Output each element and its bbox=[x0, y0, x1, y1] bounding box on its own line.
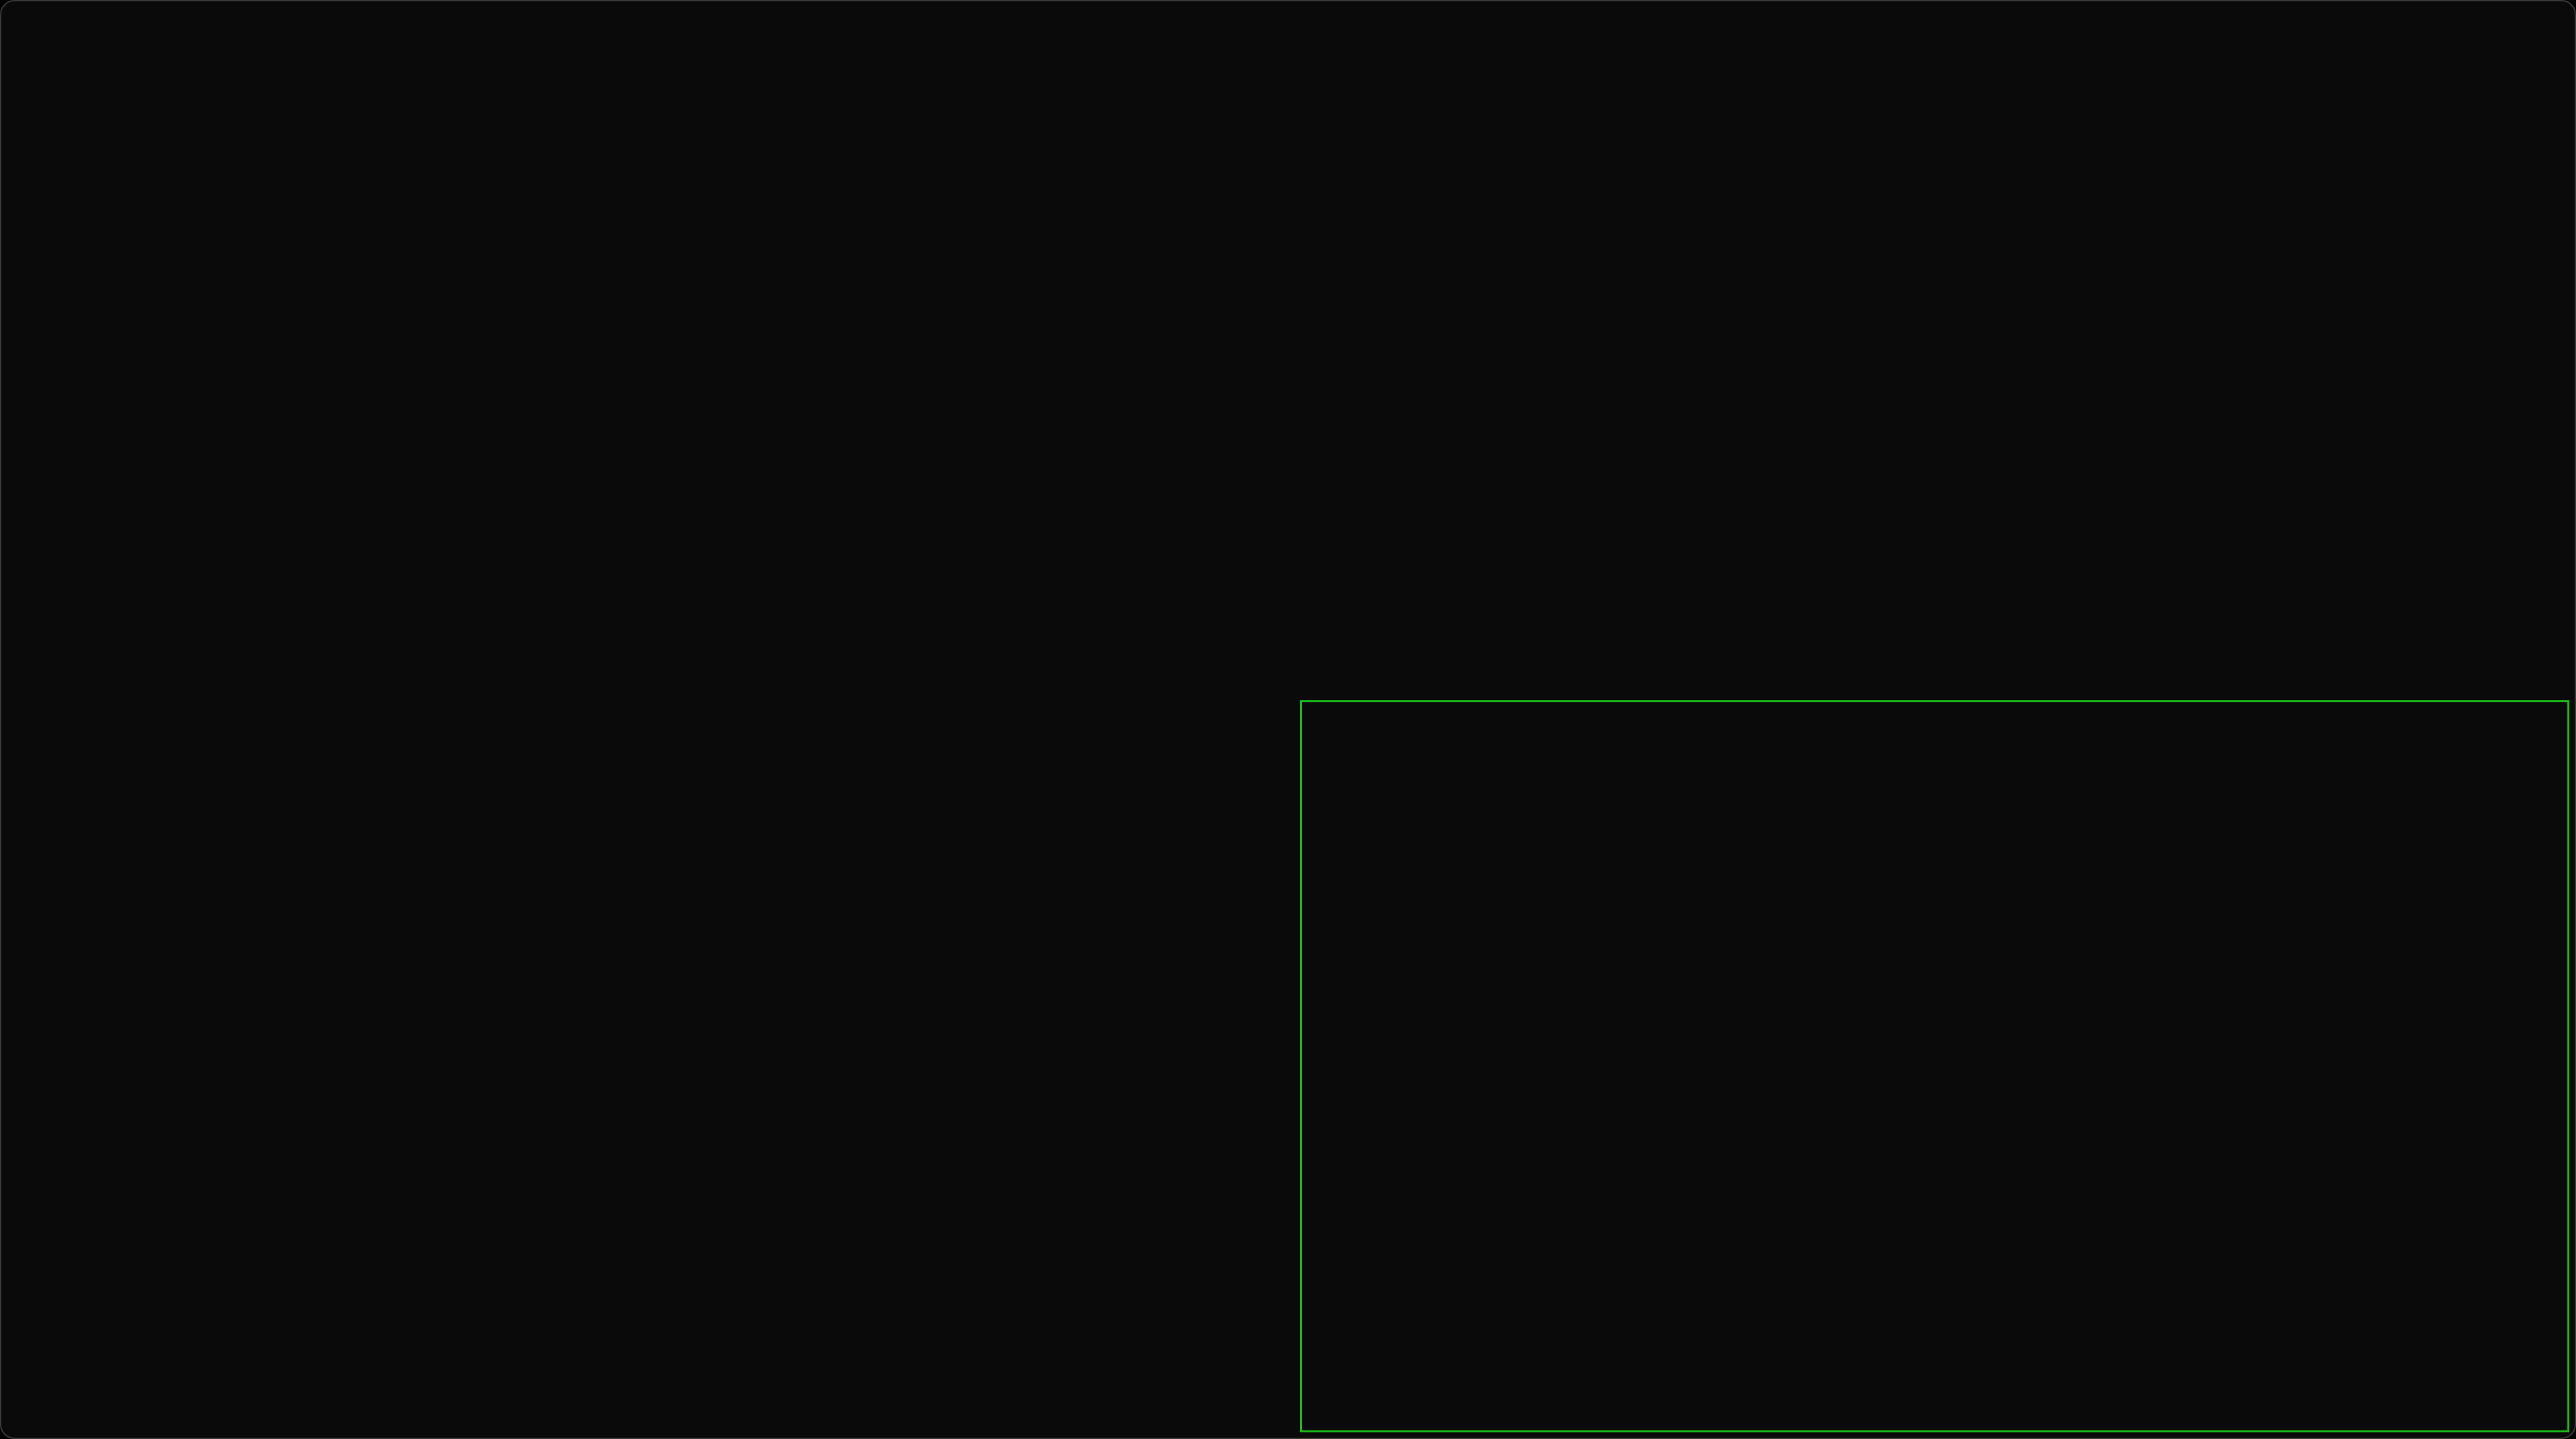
kitty-terminal-window bbox=[0, 0, 2576, 1439]
git-shell-pane[interactable] bbox=[1300, 700, 2569, 1432]
right-column bbox=[1300, 7, 2569, 1432]
vim-pane[interactable] bbox=[7, 7, 1295, 1432]
tig-log-pane[interactable] bbox=[1300, 7, 2569, 697]
